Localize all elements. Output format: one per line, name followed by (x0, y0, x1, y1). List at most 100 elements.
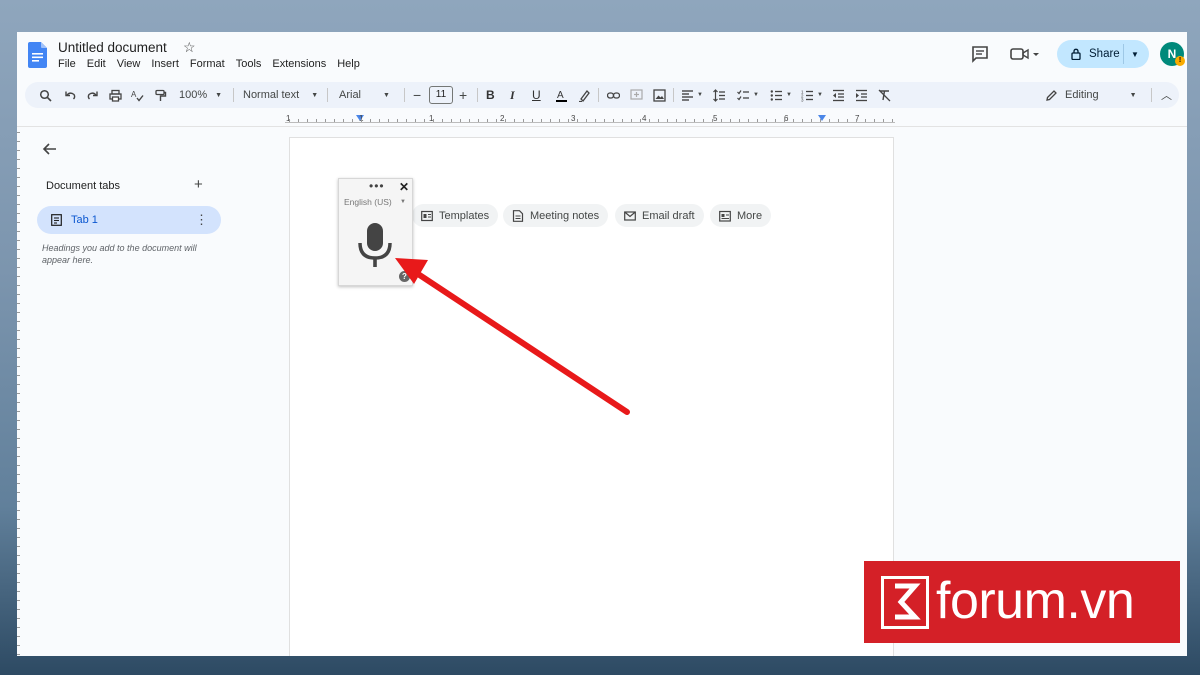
ruler-tick (17, 618, 20, 619)
insert-image-icon[interactable] (653, 82, 666, 108)
ruler-tick (17, 600, 20, 601)
ruler-tick (17, 420, 20, 421)
tab-document-icon (51, 214, 62, 226)
collapse-menus-icon[interactable]: ︿ (1161, 82, 1172, 108)
sidebar-tab-1[interactable]: Tab 1 ⋮ (37, 206, 221, 234)
menu-file[interactable]: File (58, 58, 76, 70)
menu-help[interactable]: Help (337, 58, 360, 70)
meeting-notes-label: Meeting notes (530, 209, 600, 222)
menu-bar: File Edit View Insert Format Tools Exten… (58, 58, 371, 70)
email-draft-chip[interactable]: Email draft (615, 204, 704, 227)
microphone-icon[interactable] (356, 223, 394, 271)
help-icon[interactable]: ? (399, 271, 410, 282)
ruler-tick (17, 267, 20, 268)
decrease-font-size-icon[interactable]: − (413, 82, 421, 108)
ruler-tick (17, 312, 20, 313)
tab-options-icon[interactable]: ⋮ (195, 212, 208, 228)
ruler-tick (604, 119, 605, 122)
search-menus-icon[interactable] (39, 82, 52, 108)
ruler-number: 3 (571, 114, 576, 123)
clear-formatting-icon[interactable] (878, 82, 891, 108)
toolbar-divider (598, 88, 599, 102)
ruler-tick (820, 119, 821, 122)
underline-icon[interactable]: U (532, 82, 541, 108)
ruler-tick (17, 159, 20, 160)
checklist-icon[interactable]: ▼ (737, 82, 759, 108)
ruler-tick (793, 119, 794, 122)
ruler-tick (17, 393, 20, 394)
bulleted-list-icon[interactable]: ▼ (770, 82, 792, 108)
menu-insert[interactable]: Insert (151, 58, 179, 70)
ruler-tick (352, 119, 353, 122)
menu-edit[interactable]: Edit (87, 58, 106, 70)
undo-icon[interactable] (64, 82, 77, 108)
highlight-color-icon[interactable] (578, 82, 591, 108)
ruler-tick (541, 119, 542, 122)
ruler-tick (298, 119, 299, 122)
decrease-indent-icon[interactable] (832, 82, 845, 108)
ruler-tick (17, 357, 20, 358)
warning-badge-icon: ! (1175, 56, 1185, 66)
ruler-tick (17, 204, 20, 205)
spellcheck-icon[interactable]: A (131, 82, 144, 108)
close-icon[interactable]: ✕ (399, 180, 409, 194)
zoom-value: 100% (179, 89, 208, 101)
back-arrow-icon[interactable] (41, 140, 59, 158)
italic-icon[interactable]: I (510, 82, 515, 108)
ruler-tick (17, 213, 20, 214)
ruler-tick (361, 119, 362, 122)
share-button[interactable]: Share ▼ (1057, 40, 1149, 68)
add-comment-icon[interactable] (630, 82, 643, 108)
style-select[interactable]: Normal text ▼ (243, 82, 318, 108)
watermark-logo: forum.vn (864, 561, 1180, 643)
ruler-tick (415, 119, 416, 122)
redo-icon[interactable] (86, 82, 99, 108)
editing-mode-select[interactable]: Editing ▼ (1045, 82, 1137, 108)
chevron-down-icon: ▼ (383, 91, 390, 99)
menu-view[interactable]: View (117, 58, 141, 70)
ruler-tick (289, 119, 290, 122)
document-title[interactable]: Untitled document (58, 40, 167, 55)
panel-drag-icon[interactable]: ••• (369, 179, 385, 193)
language-select[interactable]: English (US) (344, 197, 392, 207)
increase-indent-icon[interactable] (855, 82, 868, 108)
docs-logo-icon[interactable] (28, 42, 47, 68)
share-dropdown-icon[interactable]: ▼ (1131, 50, 1139, 59)
ruler-tick (712, 119, 713, 122)
font-select[interactable]: Arial ▼ (339, 82, 390, 108)
bold-icon[interactable]: B (486, 82, 495, 108)
more-chip[interactable]: More (710, 204, 772, 227)
templates-chip[interactable]: Templates (412, 204, 499, 227)
line-spacing-icon[interactable] (713, 82, 726, 108)
paint-format-icon[interactable] (154, 82, 167, 108)
video-call-icon[interactable] (1010, 45, 1040, 63)
ruler-tick (17, 222, 20, 223)
star-icon[interactable]: ☆ (183, 39, 196, 56)
pencil-icon (1046, 89, 1057, 101)
zoom-select[interactable]: 100% ▼ (179, 82, 222, 108)
ruler-tick (532, 119, 533, 122)
align-icon[interactable]: ▼ (681, 82, 703, 108)
toolbar-divider (404, 88, 405, 102)
menu-tools[interactable]: Tools (236, 58, 262, 70)
templates-icon (421, 210, 433, 221)
ruler-tick (559, 119, 560, 122)
ruler-tick (424, 119, 425, 122)
increase-font-size-icon[interactable]: + (459, 82, 467, 108)
ruler-tick (17, 564, 20, 565)
meeting-notes-chip[interactable]: Meeting notes (503, 204, 609, 227)
add-tab-icon[interactable]: + (194, 176, 203, 193)
chevron-down-icon[interactable]: ▼ (400, 199, 406, 205)
numbered-list-icon[interactable]: 123 ▼ (801, 82, 823, 108)
comment-icon[interactable] (971, 45, 989, 63)
insert-link-icon[interactable] (607, 82, 620, 108)
ruler-tick (487, 119, 488, 122)
ruler-tick (685, 119, 686, 122)
print-icon[interactable] (109, 82, 122, 108)
menu-extensions[interactable]: Extensions (272, 58, 326, 70)
font-size-input[interactable]: 11 (429, 86, 453, 104)
ruler-tick (325, 119, 326, 122)
menu-format[interactable]: Format (190, 58, 225, 70)
text-color-icon[interactable]: A (555, 82, 568, 108)
ruler-tick (460, 119, 461, 122)
